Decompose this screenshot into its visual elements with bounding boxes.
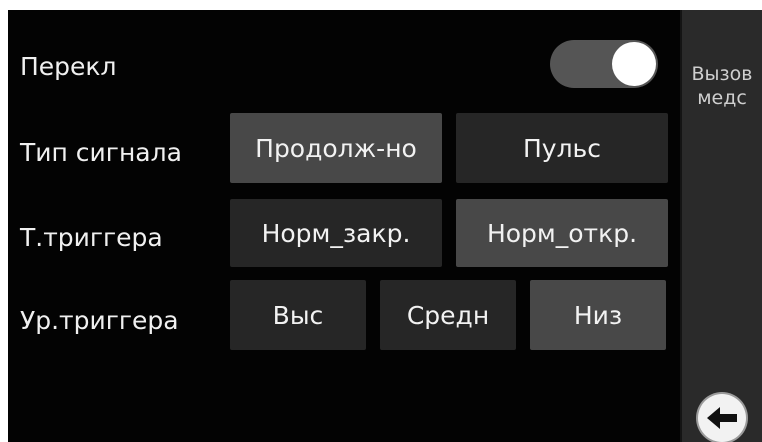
signal-continuous-button[interactable]: Продолж-но bbox=[230, 113, 442, 183]
side-panel: Вызов медс bbox=[680, 10, 762, 442]
signal-type-label: Тип сигнала bbox=[20, 138, 182, 167]
side-panel-title-line2: медс bbox=[697, 87, 747, 109]
level-low-button[interactable]: Низ bbox=[530, 280, 666, 350]
level-medium-button[interactable]: Средн bbox=[380, 280, 516, 350]
switch-knob bbox=[612, 42, 656, 86]
back-button[interactable] bbox=[698, 394, 746, 442]
side-panel-title-line1: Вызов bbox=[691, 63, 753, 85]
trigger-level-label: Ур.триггера bbox=[20, 306, 179, 335]
signal-pulse-button[interactable]: Пульс bbox=[456, 113, 668, 183]
side-panel-title: Вызов медс bbox=[682, 62, 762, 110]
screen: Перекл Тип сигнала Продолж-но Пульс Т.тр… bbox=[8, 10, 762, 442]
trigger-normally-closed-button[interactable]: Норм_закр. bbox=[230, 199, 442, 267]
trigger-normally-open-button[interactable]: Норм_откр. bbox=[456, 199, 668, 267]
settings-panel: Перекл Тип сигнала Продолж-но Пульс Т.тр… bbox=[8, 10, 680, 442]
switch-label: Перекл bbox=[20, 52, 117, 81]
switch-toggle[interactable] bbox=[550, 40, 658, 88]
trigger-type-label: Т.триггера bbox=[20, 223, 163, 252]
arrow-left-icon bbox=[707, 407, 737, 429]
level-high-button[interactable]: Выс bbox=[230, 280, 366, 350]
